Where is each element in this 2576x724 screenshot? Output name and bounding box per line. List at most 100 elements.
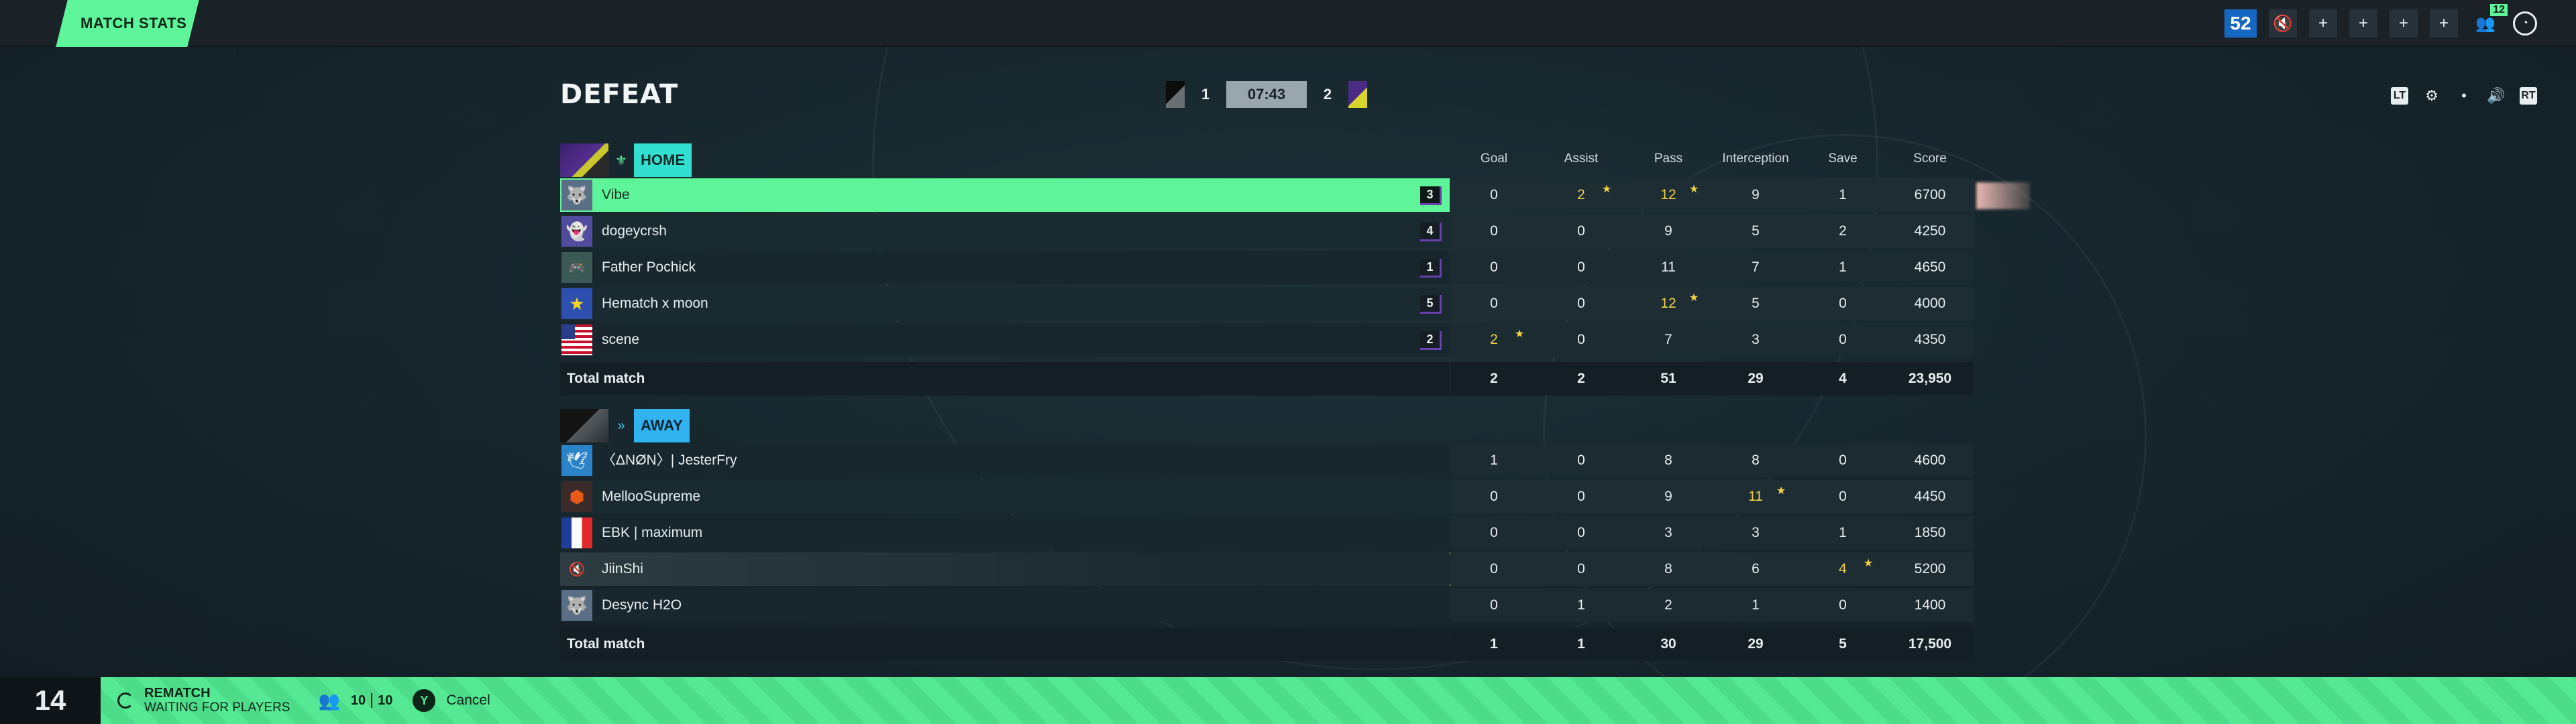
away-player-row[interactable]: 🕊 〈ΔNØN〉| JesterFry 1 0 8 8 0 4600 bbox=[560, 444, 1974, 477]
stat-score: 4350 bbox=[1914, 332, 1946, 347]
player-name[interactable]: Hematch x moon bbox=[602, 287, 708, 320]
stat-score: 1400 bbox=[1914, 597, 1946, 613]
player-rank-badge: 5 bbox=[1420, 295, 1442, 314]
add-friend-icon[interactable]: + bbox=[2390, 9, 2418, 38]
add-friend-icon[interactable]: + bbox=[2349, 9, 2377, 38]
scoreboard: 1 07:43 2 bbox=[1166, 80, 1367, 109]
add-friend-icon[interactable]: + bbox=[2309, 9, 2337, 38]
players-total: 10 bbox=[378, 692, 393, 708]
away-team-banner bbox=[560, 409, 608, 442]
home-team-heading: ⚜ HOME bbox=[560, 143, 692, 177]
column-goal: Goal bbox=[1480, 152, 1508, 166]
party-icon[interactable]: 👥 12 bbox=[2470, 4, 2508, 38]
stat-goal: 0 bbox=[1490, 296, 1498, 311]
add-friend-icon[interactable]: + bbox=[2430, 9, 2458, 38]
stat-pass: 11 bbox=[1661, 259, 1676, 275]
stat-assist: 1 bbox=[1577, 597, 1585, 613]
column-save: Save bbox=[1828, 152, 1858, 166]
player-name[interactable]: dogeycrsh bbox=[602, 215, 667, 248]
column-assist: Assist bbox=[1564, 152, 1599, 166]
stat-interception: 3 bbox=[1752, 332, 1760, 347]
best-star-icon: ★ bbox=[1688, 292, 1699, 304]
stats-column-headers: Goal Assist Pass Interception Save Score bbox=[1450, 152, 1974, 168]
column-score: Score bbox=[1913, 152, 1947, 166]
round-icon[interactable]: ◔ bbox=[2513, 11, 2537, 36]
best-star-icon: ★ bbox=[1776, 485, 1786, 497]
players-ready-count: 10 10 bbox=[350, 692, 393, 709]
stat-assist: 0 bbox=[1577, 561, 1585, 577]
stat-pass: 2 bbox=[1664, 597, 1672, 613]
player-name[interactable]: scene bbox=[602, 323, 639, 357]
away-player-row[interactable]: ⬢ MellooSupreme 0 0 9 11 ★ 0 4450 bbox=[560, 480, 1974, 514]
home-team-banner bbox=[560, 143, 608, 177]
stat-assist: 0 bbox=[1577, 525, 1585, 540]
total-save: 4 bbox=[1839, 371, 1847, 386]
rb-icon[interactable]: RT bbox=[2520, 87, 2537, 105]
match-stats-tab-label: MATCH STATS bbox=[80, 15, 187, 32]
away-team-heading: » AWAY bbox=[560, 409, 690, 442]
rematch-status: REMATCH WAITING FOR PLAYERS 👥 10 10 Y Ca… bbox=[117, 677, 490, 724]
best-star-icon: ★ bbox=[1688, 184, 1699, 195]
stat-score: 4600 bbox=[1914, 452, 1946, 468]
total-score: 17,500 bbox=[1908, 636, 1952, 652]
stat-save: 0 bbox=[1839, 489, 1847, 504]
player-name[interactable]: EBK | maximum bbox=[602, 516, 702, 550]
bird-icon: 🕊 bbox=[561, 445, 592, 476]
players-ready: 10 bbox=[350, 692, 366, 708]
player-name[interactable]: 〈ΔNØN〉| JesterFry bbox=[602, 444, 737, 477]
home-player-row[interactable]: 🐺 Vibe 3 0 2 ★ 12 ★ 9 1 6700 bbox=[560, 178, 1974, 212]
stat-save: 1 bbox=[1839, 259, 1847, 275]
away-player-row[interactable]: 🔇 JiinShi 0 0 8 6 4 ★ 5200 bbox=[560, 552, 1974, 586]
cancel-button[interactable]: Cancel bbox=[446, 692, 490, 709]
home-player-row[interactable]: ★ Hematch x moon 5 0 0 12 ★ 5 0 4000 bbox=[560, 287, 1974, 320]
player-name[interactable]: MellooSupreme bbox=[602, 480, 700, 514]
settings-icon[interactable]: ⚙ bbox=[2423, 87, 2440, 105]
player-name[interactable]: Desync H2O bbox=[602, 589, 682, 622]
stat-pass: 7 bbox=[1664, 332, 1672, 347]
best-star-icon: ★ bbox=[1514, 328, 1525, 340]
volume-icon[interactable]: 🔊 bbox=[2487, 87, 2505, 105]
stat-save: 2 bbox=[1839, 223, 1847, 239]
home-player-row[interactable]: scene 2 2 ★ 0 7 3 0 4350 bbox=[560, 323, 1974, 357]
wolf-icon: 🐺 bbox=[561, 180, 592, 210]
stat-score: 4650 bbox=[1914, 259, 1946, 275]
stat-pass: 9 bbox=[1664, 223, 1672, 239]
stat-assist: 0 bbox=[1577, 452, 1585, 468]
away-player-row[interactable]: EBK | maximum 0 0 3 3 1 1850 bbox=[560, 516, 1974, 550]
stat-pass: 3 bbox=[1664, 525, 1672, 540]
stat-interception: 9 bbox=[1752, 187, 1760, 202]
stat-interception: 7 bbox=[1752, 259, 1760, 275]
view-controls: LT ⚙ • 🔊 RT bbox=[2391, 87, 2537, 105]
player-name-cell bbox=[560, 215, 1450, 248]
away-player-row[interactable]: 🐺 Desync H2O 0 1 2 1 0 1400 bbox=[560, 589, 1974, 622]
player-name[interactable]: Father Pochick bbox=[602, 251, 696, 284]
rematch-text: REMATCH WAITING FOR PLAYERS bbox=[144, 686, 290, 715]
stat-score: 4450 bbox=[1914, 489, 1946, 504]
player-rank-badge: 2 bbox=[1420, 331, 1442, 350]
stat-interception: 8 bbox=[1752, 452, 1760, 468]
rematch-subtitle: WAITING FOR PLAYERS bbox=[144, 701, 290, 715]
match-timer: 07:43 bbox=[1226, 81, 1307, 108]
player-name-cell bbox=[560, 323, 1450, 357]
home-player-row[interactable]: 👻 dogeycrsh 4 0 0 9 5 2 4250 bbox=[560, 215, 1974, 248]
party-count: 12 bbox=[2490, 4, 2508, 16]
column-interception: Interception bbox=[1722, 152, 1789, 166]
player-name[interactable]: JiinShi bbox=[602, 552, 643, 586]
away-crest-icon: » bbox=[617, 418, 625, 433]
total-interception: 29 bbox=[1748, 371, 1764, 386]
home-player-row[interactable]: 🎮 Father Pochick 1 0 0 11 7 1 4650 bbox=[560, 251, 1974, 284]
mute-icon[interactable]: 🔇 bbox=[2269, 9, 2297, 38]
total-name-cell bbox=[560, 627, 1450, 661]
total-pass: 51 bbox=[1660, 371, 1676, 386]
lb-icon[interactable]: LT bbox=[2391, 87, 2408, 105]
best-star-icon: ★ bbox=[1601, 184, 1612, 195]
player-name[interactable]: Vibe bbox=[602, 178, 630, 212]
total-interception: 29 bbox=[1748, 636, 1764, 652]
total-goal: 1 bbox=[1490, 636, 1498, 652]
stat-assist: 0 bbox=[1577, 332, 1585, 347]
y-button-icon[interactable]: Y bbox=[413, 689, 436, 712]
stat-pass: 9 bbox=[1664, 489, 1672, 504]
match-result: DEFEAT bbox=[560, 79, 679, 110]
player-rank-badge: 1 bbox=[1420, 259, 1442, 278]
dot-icon: • bbox=[2461, 87, 2467, 104]
